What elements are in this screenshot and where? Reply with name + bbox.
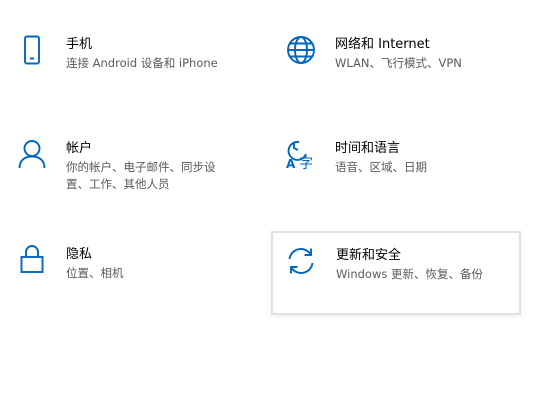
tile-phone[interactable]: 手机 连接 Android 设备和 iPhone xyxy=(8,22,262,92)
svg-text:A: A xyxy=(286,157,296,170)
tile-description: WLAN、飞行模式、VPN xyxy=(335,56,462,70)
tile-title: 更新和安全 xyxy=(336,248,402,263)
tile-title: 手机 xyxy=(66,37,93,52)
person-icon xyxy=(16,138,48,170)
svg-text:字: 字 xyxy=(299,156,313,170)
language-icon: A 字 xyxy=(285,138,317,170)
tile-title: 隐私 xyxy=(66,247,93,262)
tile-description: Windows 更新、恢复、备份 xyxy=(336,267,483,281)
tile-title: 帐户 xyxy=(66,141,93,156)
tile-title: 网络和 Internet xyxy=(335,37,430,52)
tile-description: 你的帐户、电子邮件、同步设 xyxy=(66,160,216,174)
refresh-icon xyxy=(285,245,317,277)
tile-description: 语音、区域、日期 xyxy=(335,160,427,174)
tile-time-language[interactable]: A 字 时间和语言 语音、区域、日期 xyxy=(273,126,527,206)
phone-icon xyxy=(16,34,48,66)
tile-description: 连接 Android 设备和 iPhone xyxy=(66,56,218,70)
tile-update-security[interactable]: 更新和安全 Windows 更新、恢复、备份 xyxy=(271,231,521,315)
tile-description: 置、工作、其他人员 xyxy=(66,177,170,191)
tile-accounts[interactable]: 帐户 你的帐户、电子邮件、同步设 置、工作、其他人员 xyxy=(8,126,262,206)
lock-icon xyxy=(16,242,48,274)
globe-icon xyxy=(285,34,317,66)
tile-title: 时间和语言 xyxy=(335,141,401,156)
tile-network[interactable]: 网络和 Internet WLAN、飞行模式、VPN xyxy=(273,22,527,92)
tile-description: 位置、相机 xyxy=(66,266,124,280)
tile-privacy[interactable]: 隐私 位置、相机 xyxy=(8,230,262,300)
